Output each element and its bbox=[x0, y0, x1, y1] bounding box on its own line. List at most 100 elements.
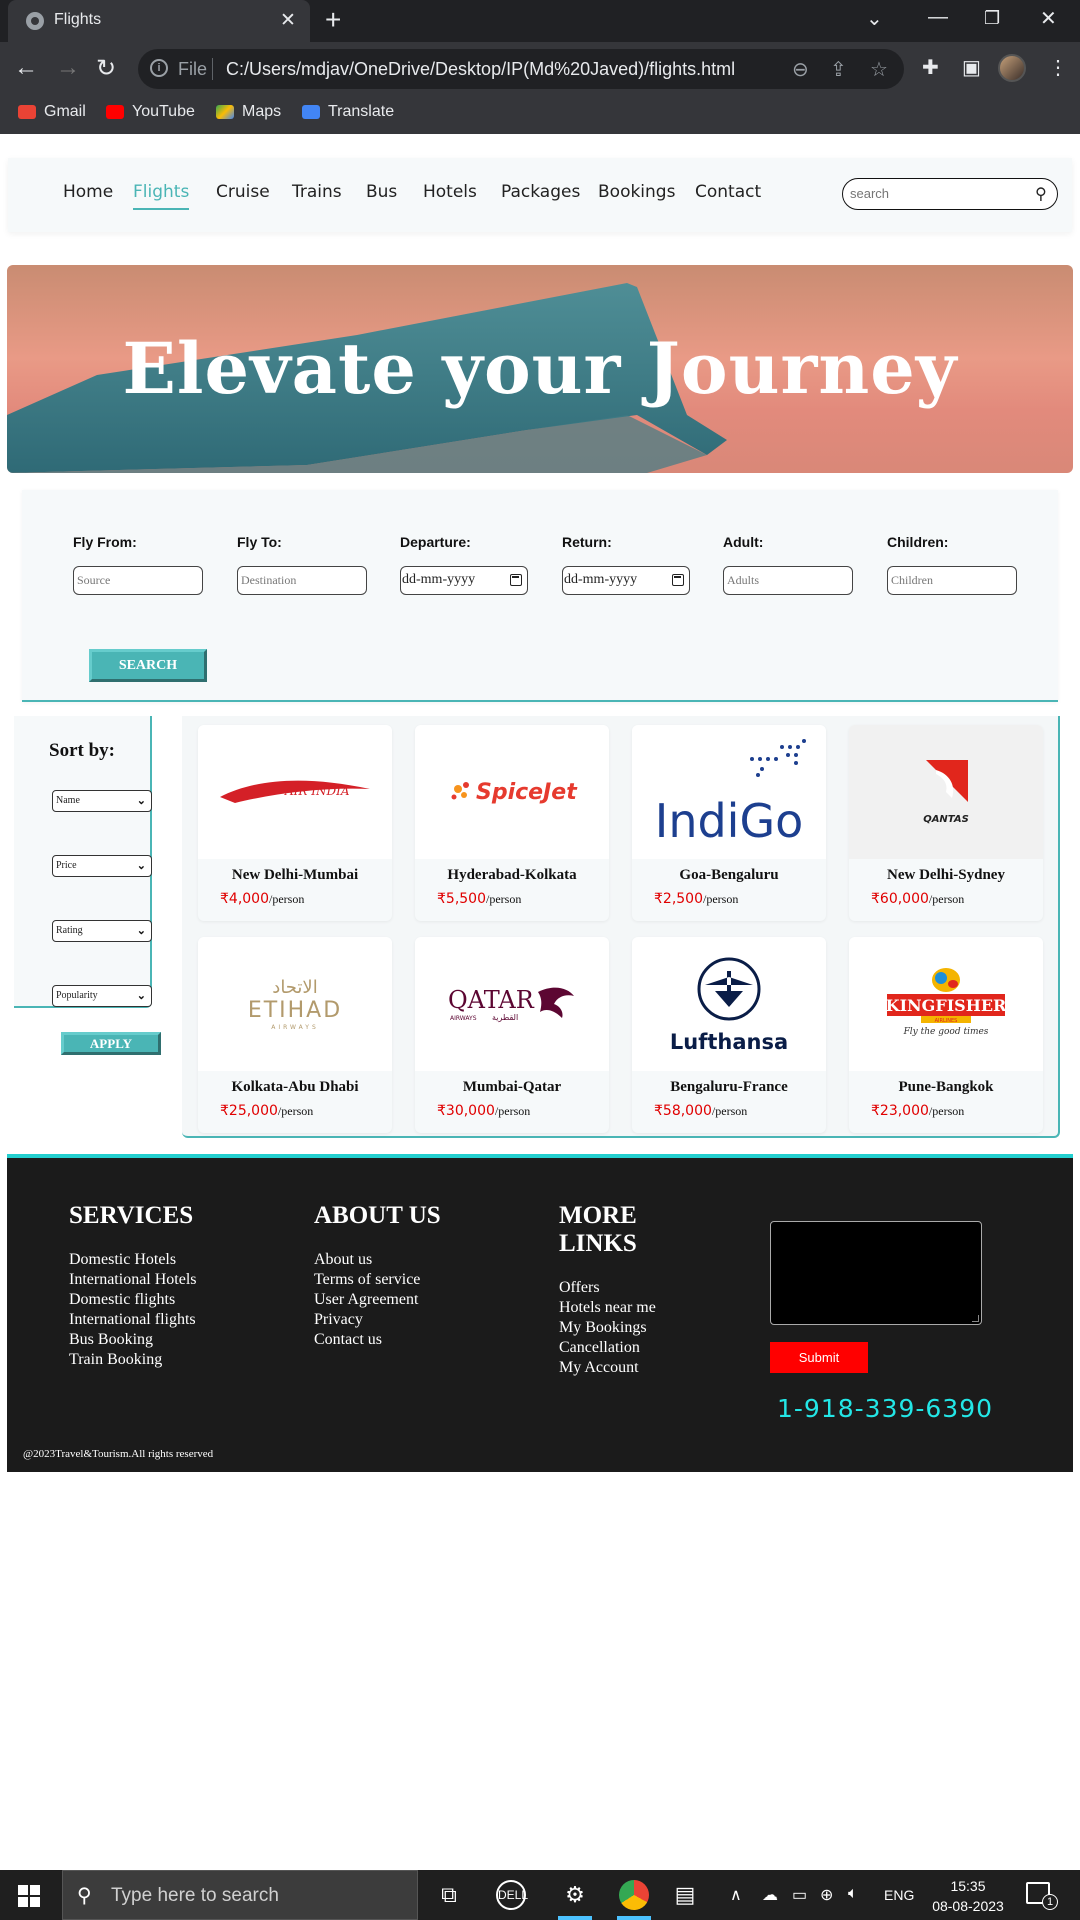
notification-icon[interactable]: 1 bbox=[1026, 1882, 1058, 1910]
etihad-logo: الاتحاد ETIHAD AIRWAYS bbox=[198, 937, 392, 1071]
feedback-textarea[interactable] bbox=[770, 1221, 982, 1325]
svg-text:AIRWAYS: AIRWAYS bbox=[271, 1024, 319, 1031]
footer-link[interactable]: Domestic Hotels bbox=[69, 1250, 197, 1270]
bookmark-gmail[interactable]: Gmail bbox=[18, 103, 86, 121]
flight-card[interactable]: الاتحاد ETIHAD AIRWAYS Kolkata-Abu Dhabi… bbox=[198, 937, 392, 1133]
flight-card[interactable]: IndiGo Goa-Bengaluru ₹2,500/person bbox=[632, 725, 826, 921]
sort-name-select[interactable]: Name ⌄ bbox=[52, 790, 152, 812]
nav-flights[interactable]: Flights bbox=[133, 182, 190, 210]
search-button[interactable]: SEARCH bbox=[89, 649, 207, 682]
chevron-down-icon: ⌄ bbox=[136, 990, 146, 1002]
footer-link[interactable]: International Hotels bbox=[69, 1270, 197, 1290]
reload-icon[interactable]: ↻ bbox=[96, 54, 116, 83]
menu-icon[interactable]: ⋮ bbox=[1048, 55, 1068, 80]
sort-popularity-select[interactable]: Popularity ⌄ bbox=[52, 985, 152, 1007]
address-url[interactable]: C:/Users/mdjav/OneDrive/Desktop/IP(Md%20… bbox=[226, 59, 735, 80]
chrome-icon[interactable] bbox=[619, 1880, 649, 1910]
nav-cruise[interactable]: Cruise bbox=[216, 182, 270, 202]
system-clock[interactable]: 15:35 08-08-2023 bbox=[928, 1876, 1008, 1916]
nav-bus[interactable]: Bus bbox=[366, 182, 397, 202]
nav-trains[interactable]: Trains bbox=[292, 182, 342, 202]
bookmark-youtube[interactable]: YouTube bbox=[106, 103, 195, 121]
footer-link[interactable]: Terms of service bbox=[314, 1270, 420, 1290]
footer-link[interactable]: Train Booking bbox=[69, 1350, 197, 1370]
footer-link[interactable]: Offers bbox=[559, 1278, 656, 1298]
footer-link[interactable]: International flights bbox=[69, 1310, 197, 1330]
minimize-icon[interactable]: — bbox=[928, 6, 948, 29]
battery-icon[interactable]: ▭ bbox=[792, 1885, 807, 1905]
footer-link[interactable]: Contact us bbox=[314, 1330, 420, 1350]
forward-icon[interactable]: → bbox=[56, 54, 80, 82]
volume-icon[interactable]: 🔈︎ bbox=[848, 1885, 858, 1903]
new-tab-button[interactable]: + bbox=[325, 4, 341, 36]
language-indicator[interactable]: ENG bbox=[884, 1887, 914, 1903]
news-icon[interactable]: ▤ bbox=[668, 1880, 702, 1910]
info-icon[interactable]: i bbox=[150, 59, 168, 77]
bookmark-maps[interactable]: Maps bbox=[216, 103, 281, 121]
windows-taskbar: ⚲ Type here to search ⧉ DELL ⚙ ▤ ∧ ☁ ▭ ⊕… bbox=[0, 1870, 1080, 1920]
profile-avatar[interactable] bbox=[998, 54, 1026, 82]
dell-icon[interactable]: DELL bbox=[496, 1880, 528, 1910]
svg-text:الاتحاد: الاتحاد bbox=[272, 977, 317, 998]
footer-link[interactable]: My Bookings bbox=[559, 1318, 656, 1338]
network-globe-icon[interactable]: ⊕ bbox=[820, 1885, 833, 1905]
tab-search-icon[interactable]: ⌄ bbox=[866, 6, 883, 31]
window-close-icon[interactable]: ✕ bbox=[1040, 6, 1057, 31]
search-icon[interactable]: ⚲ bbox=[1035, 184, 1047, 204]
site-search[interactable]: ⚲ bbox=[842, 178, 1058, 210]
footer-link[interactable]: Cancellation bbox=[559, 1338, 656, 1358]
flight-card[interactable]: AIR INDIA New Delhi-Mumbai ₹4,000/person bbox=[198, 725, 392, 921]
sort-price-select[interactable]: Price ⌄ bbox=[52, 855, 152, 877]
extensions-icon[interactable]: ✚ bbox=[922, 55, 939, 80]
flight-card[interactable]: SpiceJet Hyderabad-Kolkata ₹5,500/person bbox=[415, 725, 609, 921]
svg-text:QANTAS: QANTAS bbox=[923, 814, 969, 825]
fly-to-input[interactable]: Destination bbox=[237, 566, 367, 595]
bookmark-translate[interactable]: Translate bbox=[302, 103, 394, 121]
tab-close-icon[interactable]: ✕ bbox=[280, 9, 296, 32]
flight-card[interactable]: KINGFISHER AIRLINES Fly the good times P… bbox=[849, 937, 1043, 1133]
nav-contact[interactable]: Contact bbox=[695, 182, 761, 202]
nav-home[interactable]: Home bbox=[63, 182, 113, 202]
nav-hotels[interactable]: Hotels bbox=[423, 182, 477, 202]
flight-card[interactable]: QATAR AIRWAYS القطرية Mumbai-Qatar ₹30,0… bbox=[415, 937, 609, 1133]
departure-date-input[interactable]: dd-mm-yyyy bbox=[400, 566, 528, 595]
zoom-icon[interactable]: ⊖ bbox=[792, 57, 809, 82]
flight-card[interactable]: QANTAS New Delhi-Sydney ₹60,000/person bbox=[849, 725, 1043, 921]
chevron-down-icon: ⌄ bbox=[136, 860, 146, 872]
sort-rating-select[interactable]: Rating ⌄ bbox=[52, 920, 152, 942]
footer-link[interactable]: Bus Booking bbox=[69, 1330, 197, 1350]
flight-card[interactable]: Lufthansa Bengaluru-France ₹58,000/perso… bbox=[632, 937, 826, 1133]
site-search-input[interactable] bbox=[850, 186, 1020, 201]
browser-tab[interactable]: Flights ✕ bbox=[8, 0, 310, 42]
back-icon[interactable]: ← bbox=[14, 54, 38, 82]
footer-link[interactable]: My Account bbox=[559, 1358, 656, 1378]
fly-from-input[interactable]: Source bbox=[73, 566, 203, 595]
calendar-icon[interactable] bbox=[672, 574, 684, 586]
footer-link[interactable]: Domestic flights bbox=[69, 1290, 197, 1310]
settings-gear-icon[interactable]: ⚙ bbox=[558, 1880, 592, 1910]
apply-button[interactable]: APPLY bbox=[61, 1032, 161, 1055]
onedrive-icon[interactable]: ☁ bbox=[762, 1885, 778, 1905]
adults-input[interactable]: Adults bbox=[723, 566, 853, 595]
nav-packages[interactable]: Packages bbox=[501, 182, 580, 202]
task-view-icon[interactable]: ⧉ bbox=[432, 1880, 466, 1910]
footer-link[interactable]: Privacy bbox=[314, 1310, 420, 1330]
restore-icon[interactable]: ❐ bbox=[984, 8, 1000, 29]
taskbar-search[interactable]: ⚲ Type here to search bbox=[62, 1870, 418, 1920]
side-panel-icon[interactable]: ▣ bbox=[962, 55, 981, 80]
nav-bookings[interactable]: Bookings bbox=[598, 182, 675, 202]
share-icon[interactable]: ⇪ bbox=[830, 57, 847, 82]
footer-link[interactable]: User Agreement bbox=[314, 1290, 420, 1310]
bookmark-star-icon[interactable]: ☆ bbox=[870, 57, 888, 82]
footer-link[interactable]: Hotels near me bbox=[559, 1298, 656, 1318]
calendar-icon[interactable] bbox=[510, 574, 522, 586]
footer-link[interactable]: About us bbox=[314, 1250, 420, 1270]
children-input[interactable]: Children bbox=[887, 566, 1017, 595]
show-hidden-icons[interactable]: ∧ bbox=[730, 1885, 742, 1905]
submit-button[interactable]: Submit bbox=[770, 1342, 868, 1373]
spicejet-logo: SpiceJet bbox=[415, 725, 609, 859]
svg-text:QATAR: QATAR bbox=[448, 986, 535, 1014]
return-date-input[interactable]: dd-mm-yyyy bbox=[562, 566, 690, 595]
windows-start-icon[interactable] bbox=[18, 1885, 40, 1907]
address-bar[interactable]: i File C:/Users/mdjav/OneDrive/Desktop/I… bbox=[138, 49, 904, 89]
